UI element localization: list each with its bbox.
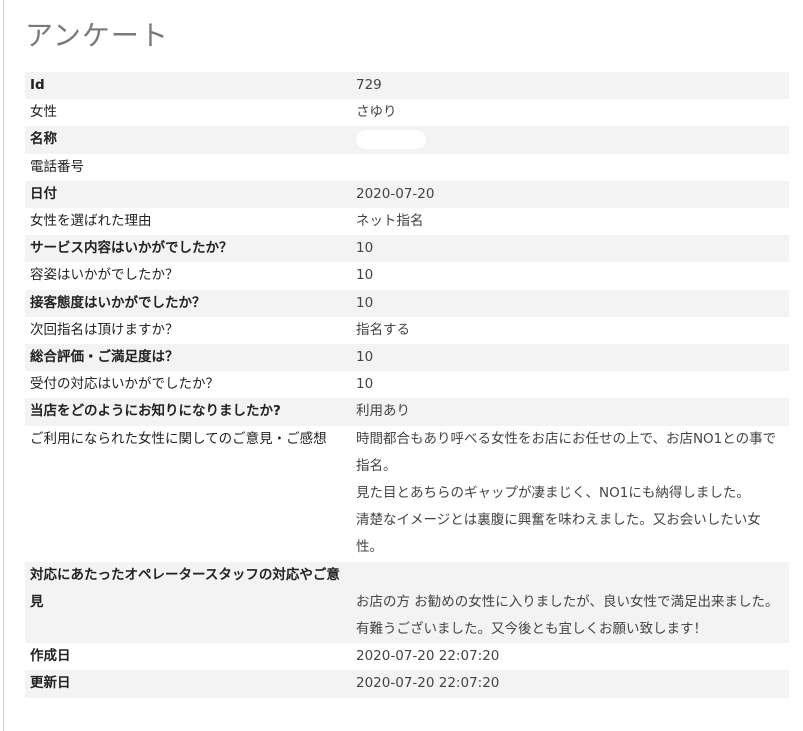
redacted-name-mask: [356, 130, 426, 150]
comment-line: 時間都合もあり呼べる女性をお店にお任せの上で、お店NO1との事で指名。: [356, 430, 777, 474]
field-value-next-nomination: 指名する: [356, 321, 410, 338]
field-value-updated: 2020-07-20 22:07:20: [352, 670, 789, 698]
table-row: 容姿はいかがでしたか？ 10: [25, 262, 789, 289]
table-row: ご利用になられた女性に関してのご意見・ご感想 時間都合もあり呼べる女性をお店にお…: [25, 426, 789, 562]
field-value-reason: ネット指名: [356, 213, 424, 230]
field-value-name: [352, 126, 789, 154]
comment-line: 見た目とあちらのギャップが凄まじく、NO1にも納得しました。: [356, 485, 750, 502]
field-label-name: 名称: [25, 126, 352, 154]
field-label-created: 作成日: [30, 648, 71, 665]
field-value-opinion-woman: 時間都合もあり呼べる女性をお店にお任せの上で、お店NO1との事で指名。 見た目と…: [352, 426, 789, 562]
comment-line: 有難うございました。又今後とも宜しくお願い致します！: [356, 621, 707, 638]
field-value-attitude: 10: [352, 289, 789, 317]
field-label-opinion-staff: 対応にあたったオペレータースタッフの対応やご意見: [25, 561, 352, 644]
table-row: 電話番号: [25, 154, 789, 181]
field-value-overall: 10: [352, 344, 789, 372]
field-label-updated: 更新日: [25, 670, 352, 698]
table-row: 対応にあたったオペレータースタッフの対応やご意見 お店の方 お勧めの女性に入りま…: [25, 561, 789, 644]
field-label-woman: 女性: [30, 104, 57, 121]
field-label-phone: 電話番号: [30, 158, 84, 175]
table-row: 受付の対応はいかがでしたか？ 10: [25, 371, 789, 398]
field-label-referral: 当店をどのようにお知りになりましたか?: [25, 398, 352, 426]
field-value-phone: [352, 154, 789, 181]
table-row: Id 729: [25, 72, 789, 100]
table-row: 作成日 2020-07-20 22:07:20: [25, 643, 789, 670]
table-row: 当店をどのようにお知りになりましたか? 利用あり: [25, 398, 789, 426]
table-row: サービス内容はいかがでしたか？ 10: [25, 235, 789, 263]
field-value-appearance: 10: [356, 267, 374, 284]
table-row: 名称: [25, 126, 789, 154]
field-label-service: サービス内容はいかがでしたか？: [25, 235, 352, 263]
table-row: 接客態度はいかがでしたか？ 10: [25, 289, 789, 317]
field-label-opinion-woman: ご利用になられた女性に関してのご意見・ご感想: [30, 430, 327, 447]
field-label-reception: 受付の対応はいかがでしたか？: [30, 376, 219, 393]
left-border: [3, 0, 4, 731]
field-value-opinion-staff: お店の方 お勧めの女性に入りましたが、良い女性で満足出来ました。 有難うございま…: [352, 561, 789, 644]
table-row: 総合評価・ご満足度は？ 10: [25, 344, 789, 372]
field-value-woman: さゆり: [356, 104, 397, 121]
field-value-service: 10: [352, 235, 789, 263]
page-title: アンケート: [25, 19, 169, 52]
field-label-overall: 総合評価・ご満足度は？: [25, 344, 352, 372]
field-label-appearance: 容姿はいかがでしたか？: [30, 267, 179, 284]
table-row: 女性 さゆり: [25, 99, 789, 126]
table-row: 女性を選ばれた理由 ネット指名: [25, 208, 789, 235]
comment-line: [356, 562, 784, 589]
comment-line: お店の方 お勧めの女性に入りましたが、良い女性で満足出来ました。: [356, 593, 779, 610]
table-row: 次回指名は頂けますか？ 指名する: [25, 317, 789, 344]
survey-detail-table: Id 729 女性 さゆり 名称 電話番号 日付 2020-07-20 女性を選…: [25, 72, 789, 698]
field-value-referral: 利用あり: [352, 398, 789, 426]
comment-line: 清楚なイメージとは裏腹に興奮を味わえました。又お会いしたい女性。: [356, 512, 761, 556]
field-value-created: 2020-07-20 22:07:20: [356, 648, 500, 665]
field-value-date: 2020-07-20: [352, 180, 789, 209]
table-row: 更新日 2020-07-20 22:07:20: [25, 670, 789, 698]
field-label-reason: 女性を選ばれた理由: [30, 213, 152, 230]
field-value-reception: 10: [356, 376, 374, 393]
field-label-next-nomination: 次回指名は頂けますか？: [30, 321, 179, 338]
field-label-id: Id: [25, 72, 352, 100]
field-value-id: 729: [352, 72, 789, 100]
field-label-attitude: 接客態度はいかがでしたか？: [25, 289, 352, 317]
table-row: 日付 2020-07-20: [25, 180, 789, 209]
field-label-date: 日付: [25, 180, 352, 209]
